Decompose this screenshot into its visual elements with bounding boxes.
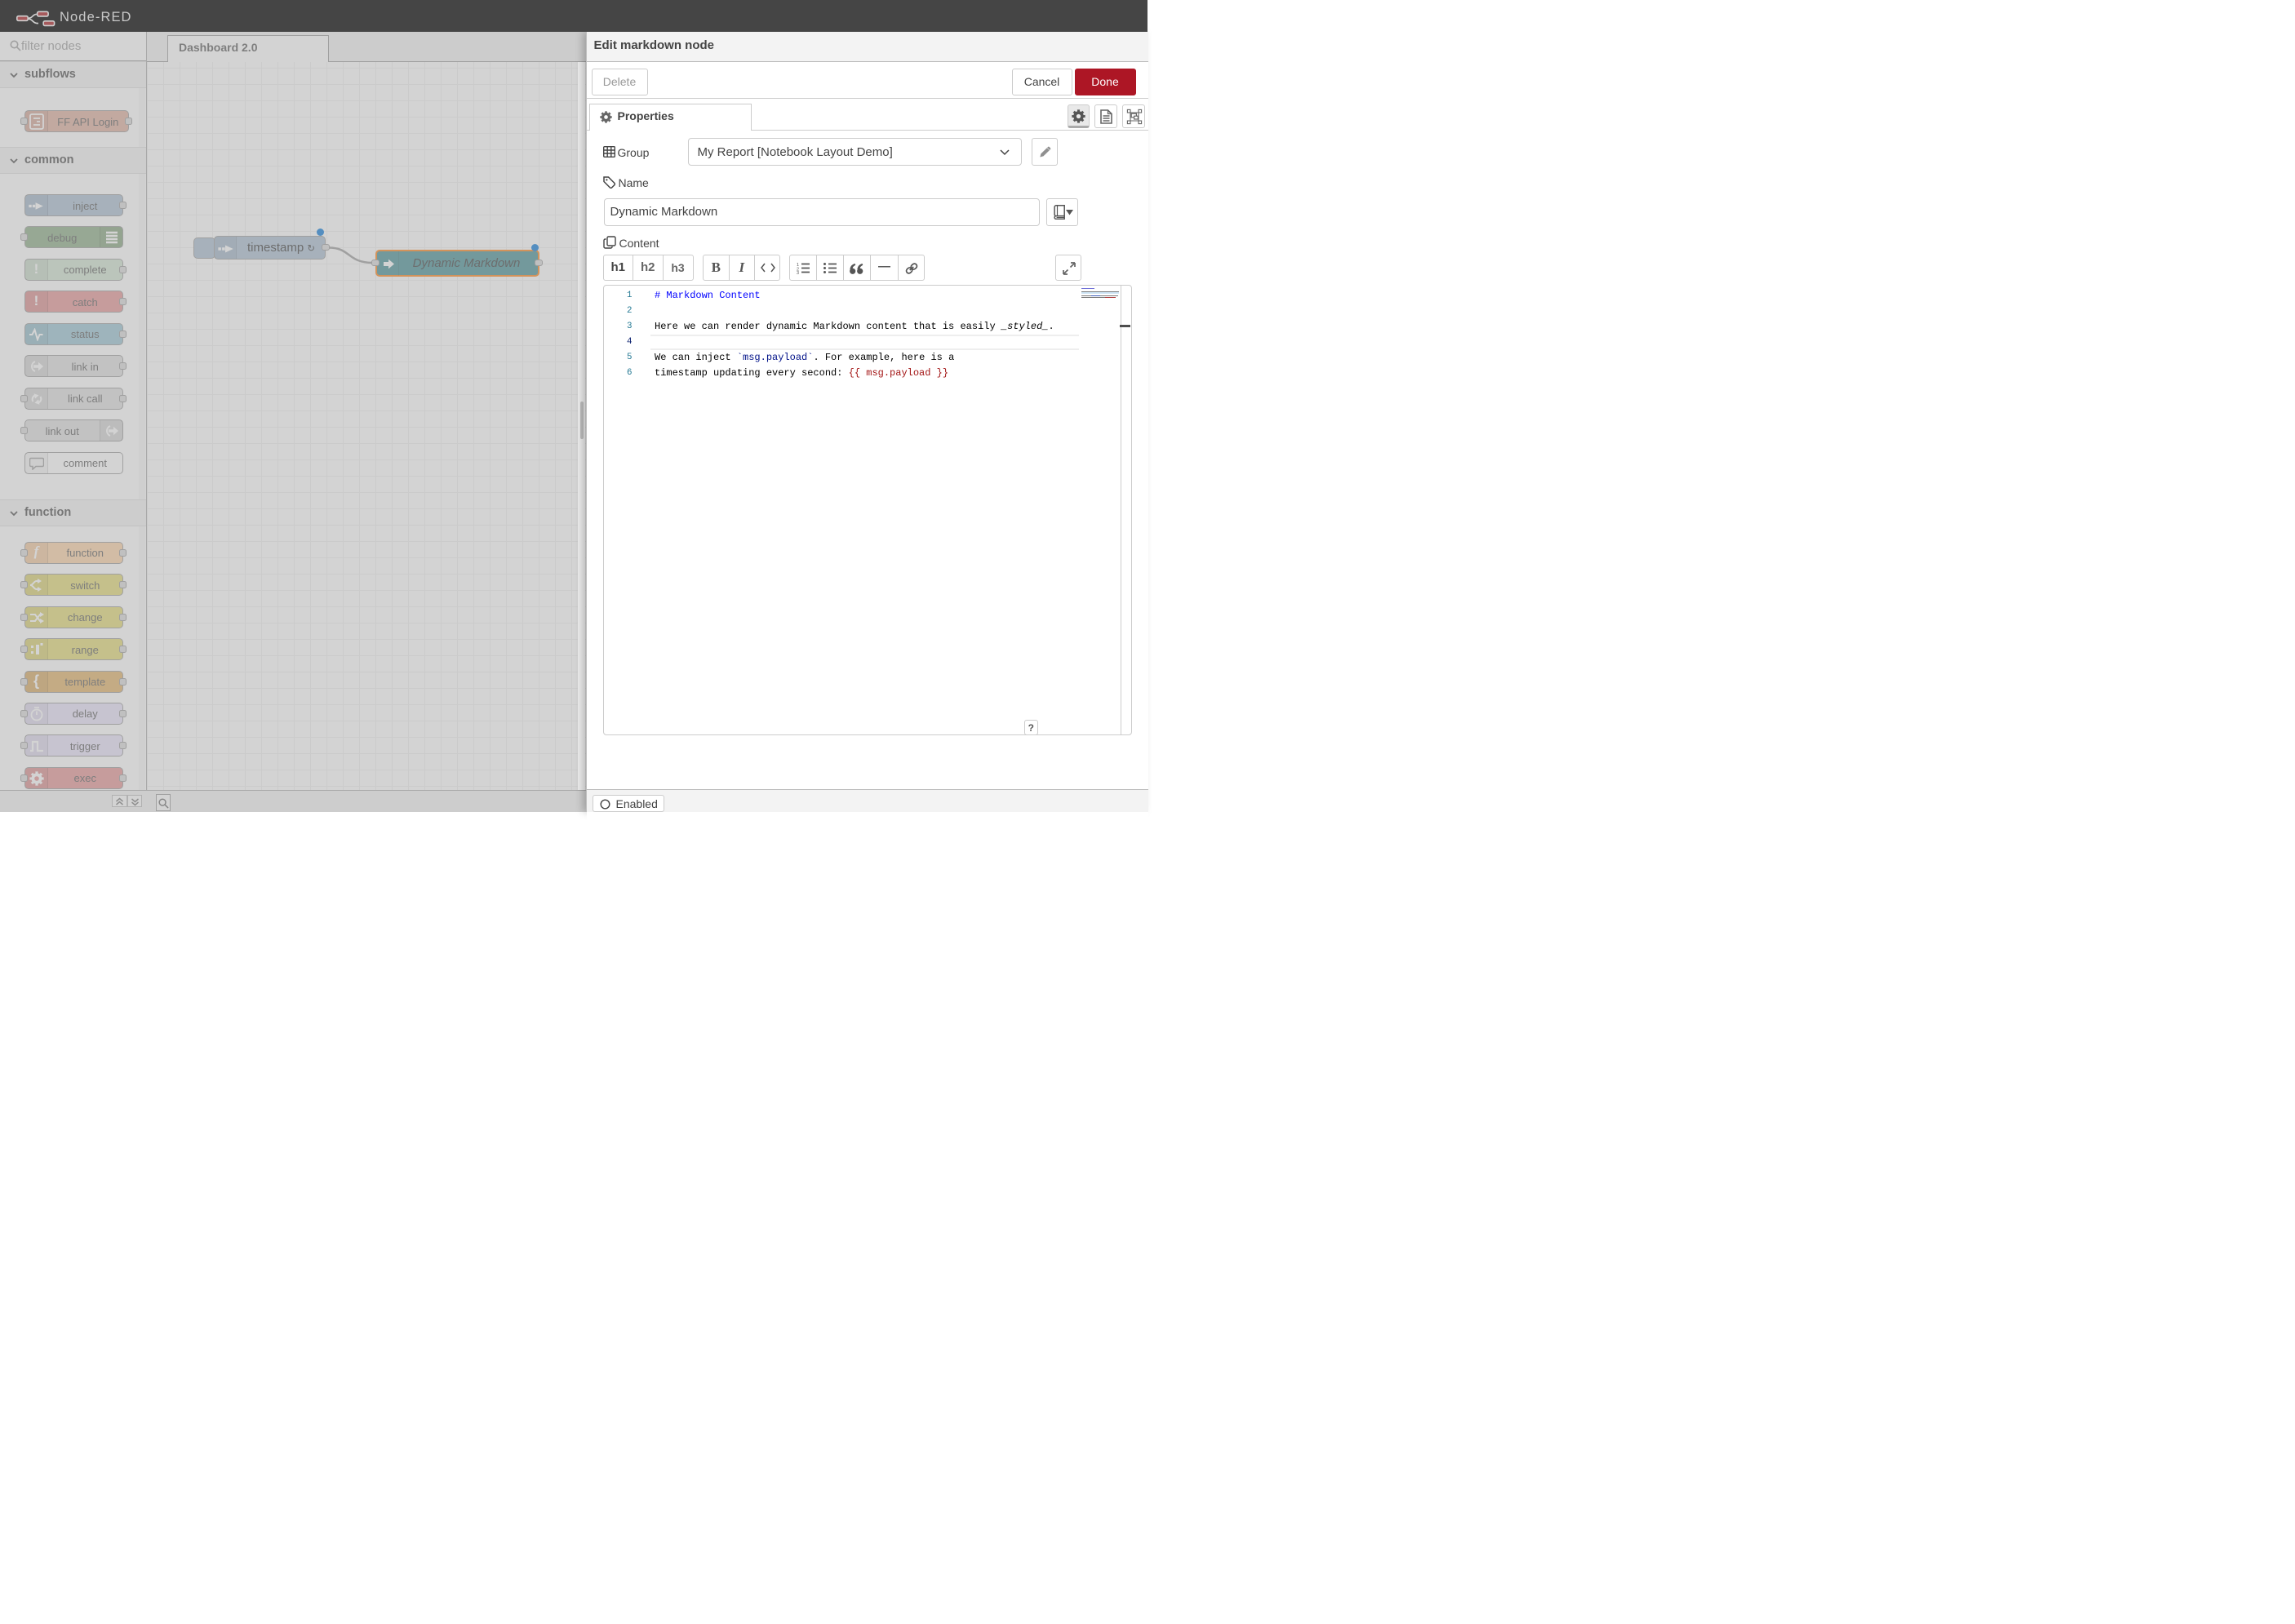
svg-text:3: 3 xyxy=(797,271,799,274)
